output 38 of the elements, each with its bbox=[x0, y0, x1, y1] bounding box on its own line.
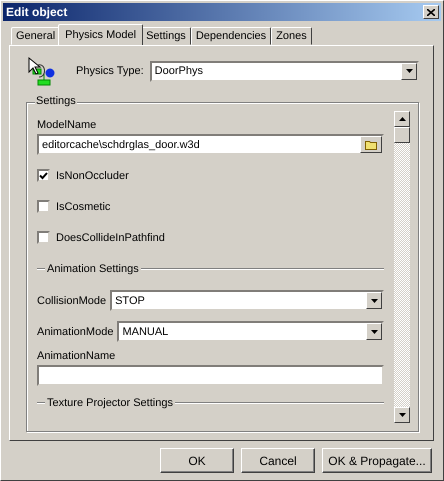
checkbox[interactable] bbox=[37, 200, 50, 213]
tab[interactable]: Settings bbox=[141, 27, 191, 45]
collision-mode-dropdown[interactable]: STOP bbox=[110, 290, 384, 311]
folder-icon bbox=[365, 140, 377, 150]
close-icon bbox=[427, 8, 435, 16]
window-title: Edit object bbox=[6, 5, 68, 19]
field-label: AnimationName bbox=[37, 350, 116, 362]
model-name-field[interactable]: editorcache\schdrglas_door.w3d bbox=[37, 134, 384, 155]
browse-button[interactable] bbox=[360, 136, 382, 153]
scroll-down-button[interactable] bbox=[394, 407, 410, 423]
section-title: Texture Projector Settings bbox=[46, 397, 174, 409]
tab[interactable]: Dependencies bbox=[190, 27, 272, 45]
scroll-thumb[interactable] bbox=[394, 127, 410, 143]
physics-type-dropdown[interactable]: DoorPhys bbox=[150, 60, 419, 82]
up-arrow-icon bbox=[398, 117, 406, 121]
checkbox[interactable] bbox=[37, 169, 50, 182]
scroll-up-button[interactable] bbox=[394, 111, 410, 127]
scrollbar[interactable] bbox=[394, 111, 410, 423]
field-label: CollisionMode bbox=[37, 294, 106, 306]
tab[interactable]: Physics Model bbox=[58, 24, 144, 45]
close-button[interactable] bbox=[423, 5, 439, 19]
dialog-button[interactable]: Cancel bbox=[241, 448, 315, 473]
dialog-button[interactable]: OK & Propagate... bbox=[322, 448, 432, 473]
group-title: Settings bbox=[35, 95, 77, 107]
tab[interactable]: Zones bbox=[271, 27, 312, 45]
animation-mode-dropdown[interactable]: MANUAL bbox=[117, 321, 384, 342]
checkbox-label: IsNonOccluder bbox=[56, 170, 129, 182]
animation-name-field[interactable] bbox=[37, 365, 384, 386]
field-label: AnimationMode bbox=[37, 326, 114, 338]
section-title: Animation Settings bbox=[46, 263, 140, 275]
down-arrow-icon bbox=[398, 413, 406, 417]
field-label: ModelName bbox=[37, 119, 98, 131]
dialog-button[interactable]: OK bbox=[160, 448, 234, 473]
physics-type-label: Physics Type: bbox=[76, 65, 144, 77]
checkbox-label: DoesCollideInPathfind bbox=[56, 232, 165, 244]
checkbox-label: IsCosmetic bbox=[56, 200, 110, 212]
checkbox[interactable] bbox=[37, 231, 50, 244]
tab[interactable]: General bbox=[11, 27, 60, 45]
